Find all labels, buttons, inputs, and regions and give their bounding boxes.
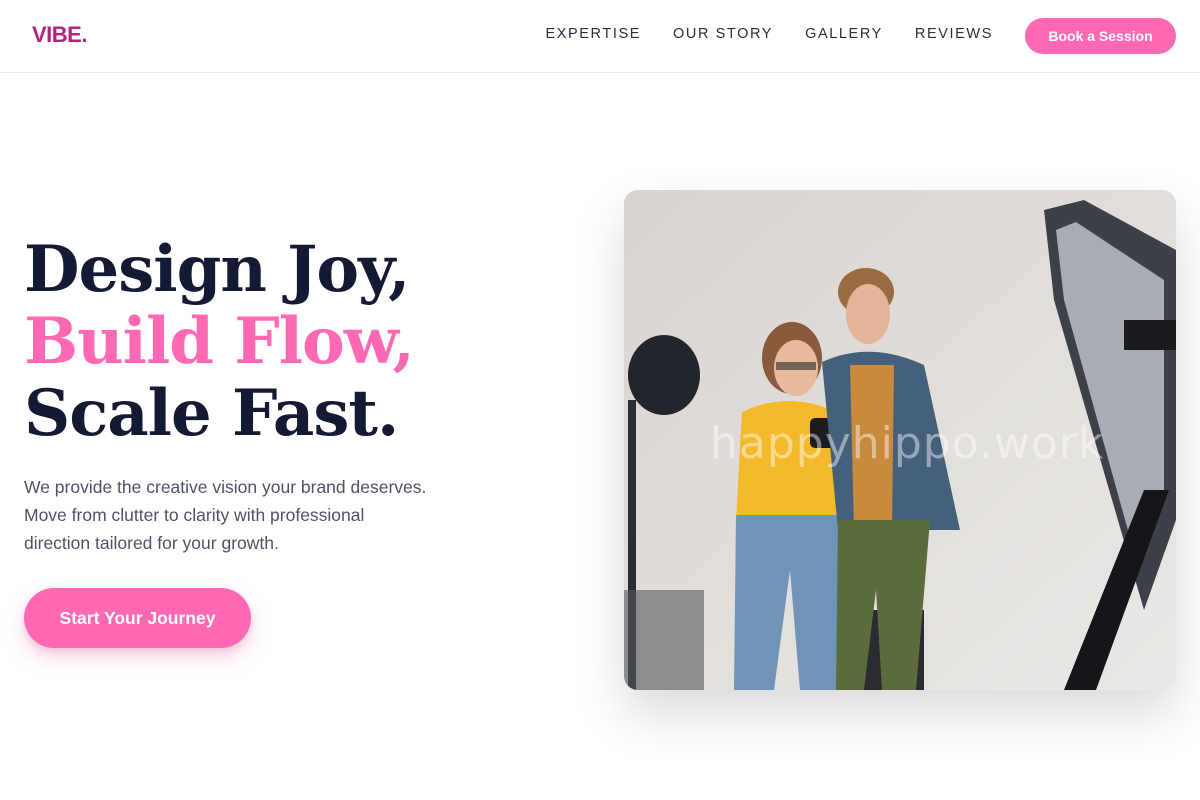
headline-line-3: Scale Fast. — [24, 376, 399, 451]
hero-photo: happyhippo.work — [624, 190, 1176, 690]
top-navbar: VIBE. EXPERTISE OUR STORY GALLERY REVIEW… — [0, 0, 1200, 73]
start-journey-button[interactable]: Start Your Journey — [24, 588, 251, 648]
headline-line-1: Design Joy, — [24, 232, 410, 307]
nav-link-gallery[interactable]: GALLERY — [805, 26, 883, 42]
hero-headline: Design Joy, Build Flow, Scale Fast. — [24, 232, 415, 451]
nav-link-our-story[interactable]: OUR STORY — [673, 26, 773, 42]
hero-description: We provide the creative vision your bran… — [24, 473, 494, 557]
headline-line-2: Build Flow, — [24, 304, 415, 379]
book-session-button[interactable]: Book a Session — [1025, 18, 1176, 54]
nav-link-reviews[interactable]: REVIEWS — [915, 26, 993, 42]
man-pants — [836, 520, 930, 690]
nav-link-expertise[interactable]: EXPERTISE — [545, 26, 641, 42]
nav-links: EXPERTISE OUR STORY GALLERY REVIEWS — [545, 26, 993, 42]
studio-fan-shape — [628, 335, 700, 415]
description-line-3: direction tailored for your growth. — [24, 533, 279, 553]
description-line-2: Move from clutter to clarity with profes… — [24, 505, 365, 525]
description-line-1: We provide the creative vision your bran… — [24, 477, 427, 497]
photo-illustration — [624, 190, 1176, 690]
brand-logo[interactable]: VIBE. — [32, 22, 87, 48]
